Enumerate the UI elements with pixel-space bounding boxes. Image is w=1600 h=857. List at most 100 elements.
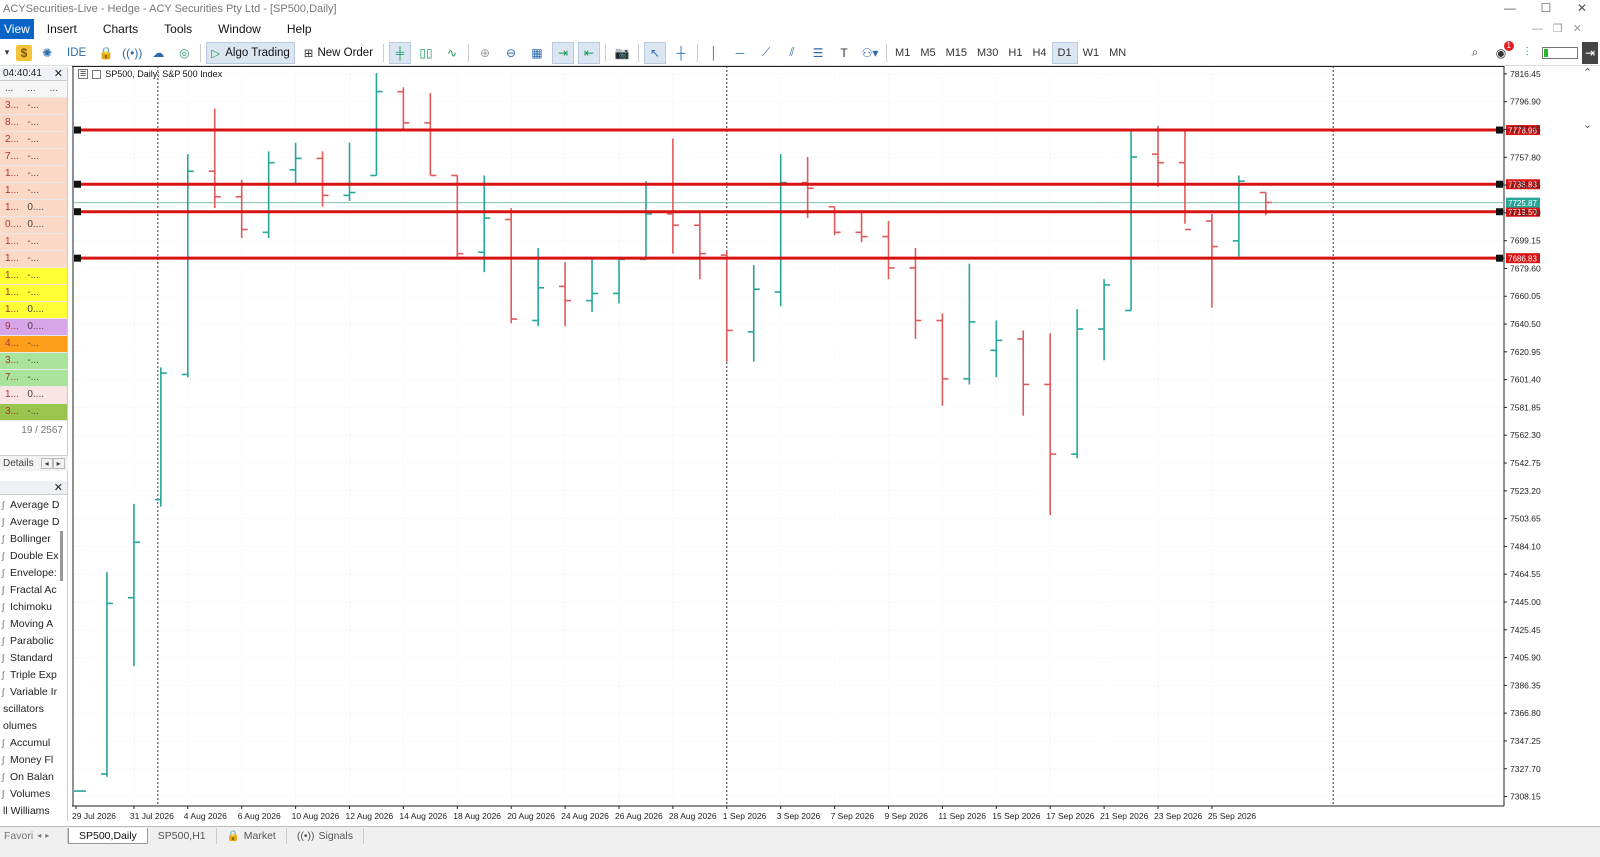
list-item[interactable]: Bollinger [0,531,67,548]
table-row[interactable]: 1... 0.... [0,200,67,217]
tab-sp500-daily[interactable]: SP500,Daily [68,828,148,844]
list-item[interactable]: On Balan [0,769,67,786]
table-row[interactable]: 9... 0.... [0,319,67,336]
table-row[interactable]: 1... -... [0,234,67,251]
navigator-scrollbar[interactable] [60,531,63,581]
list-item[interactable]: Variable Ir [0,684,67,701]
table-row[interactable]: 1... -... [0,285,67,302]
mdi-restore-button[interactable]: ❐ [1553,19,1563,39]
table-row[interactable]: 1... -... [0,166,67,183]
column-header[interactable]: ... [22,81,44,97]
cloud-icon[interactable]: ☁ [147,42,169,64]
line-chart-icon[interactable]: ∿ [441,42,463,64]
timeframe-m15[interactable]: M15 [941,42,972,64]
menu-tools[interactable]: Tools [151,19,205,39]
search-icon[interactable]: ⌕ [1464,42,1486,64]
timeframe-m5[interactable]: M5 [915,42,940,64]
list-item[interactable]: Ichimoku [0,599,67,616]
ide-button[interactable]: IDE [62,42,91,64]
signal-icon[interactable]: ((•)) [121,42,143,64]
horizontal-line-icon[interactable]: ─ [729,42,751,64]
chevron-down-icon[interactable]: ⌄ [1583,118,1592,131]
globe-icon[interactable]: ◎ [173,42,195,64]
autoscroll-icon[interactable]: ⇥ [552,41,575,64]
close-icon[interactable]: ✕ [54,481,63,494]
table-row[interactable]: 3... -... [0,404,67,421]
screenshot-icon[interactable]: 📷 [611,42,633,64]
list-item[interactable]: Envelope: [0,565,67,582]
channel-icon[interactable]: ⫽ [781,42,803,64]
menu-charts[interactable]: Charts [90,19,151,39]
table-row[interactable]: 1... -... [0,183,67,200]
chevron-down-icon[interactable]: ▾ [2,42,12,64]
grid-icon[interactable]: ▦ [526,42,548,64]
table-row[interactable]: 1... 0.... [0,302,67,319]
menu-insert[interactable]: Insert [34,19,90,39]
menu-view[interactable]: View [0,19,34,39]
close-icon[interactable]: ✕ [54,67,63,80]
table-row[interactable]: 3... -... [0,98,67,115]
mdi-minimize-button[interactable]: — [1532,19,1543,39]
expand-panel-icon[interactable]: ⇥ [1582,41,1598,64]
list-item[interactable]: scillators [0,701,67,718]
chevron-right-icon[interactable]: ▸ [52,458,65,469]
timeframe-d1[interactable]: D1 [1051,41,1078,64]
trend-line-icon[interactable]: ⟋ [755,42,777,64]
zoom-in-icon[interactable]: ⊕ [474,42,496,64]
list-item[interactable]: Average D [0,514,67,531]
list-item[interactable]: Triple Exp [0,667,67,684]
table-row[interactable]: 3... -... [0,353,67,370]
lock-icon[interactable]: 🔒 [95,42,117,64]
notifications-icon[interactable]: ◉ 1 [1490,40,1514,64]
shapes-icon[interactable]: ⚇▾ [859,42,881,64]
cursor-icon[interactable]: ↖ [644,41,667,64]
bar-chart-icon[interactable]: ╪ [389,41,412,64]
timeframe-h4[interactable]: H4 [1027,42,1051,64]
algo-trading-button[interactable]: ▷ Algo Trading [206,41,295,64]
chevron-up-icon[interactable]: ⌃ [1583,66,1592,79]
list-item[interactable]: Standard [0,650,67,667]
tab-signals[interactable]: ((•)) Signals [287,828,364,844]
menu-window[interactable]: Window [205,19,274,39]
text-icon[interactable]: T [833,42,855,64]
timeframe-w1[interactable]: W1 [1078,42,1105,64]
list-item[interactable]: Double Ex [0,548,67,565]
table-row[interactable]: 0.... 0.... [0,217,67,234]
list-item[interactable]: Fractal Ac [0,582,67,599]
dollar-icon[interactable]: $ [16,44,32,61]
table-row[interactable]: 1... 0.... [0,387,67,404]
table-row[interactable]: 8... -... [0,115,67,132]
price-chart[interactable]: 7776.967738.837719.507686.837725.877816.… [72,66,1580,826]
favorites-tab[interactable]: Favori ◂ ▸ [0,828,68,844]
table-row[interactable]: 7... -... [0,149,67,166]
close-window-button[interactable]: ✕ [1564,0,1600,18]
fibonacci-icon[interactable]: ☰ [807,42,829,64]
new-order-button[interactable]: ⊞ New Order [299,42,378,64]
table-row[interactable]: 1... -... [0,268,67,285]
table-row[interactable]: 7... -... [0,370,67,387]
timeframe-m30[interactable]: M30 [972,42,1003,64]
timeframe-mn[interactable]: MN [1104,42,1131,64]
zoom-out-icon[interactable]: ⊖ [500,42,522,64]
list-item[interactable]: ll Williams [0,803,67,820]
chart-window[interactable]: 7776.96 7738.83 7719.50 7686.83 7725.87 7816.… [72,66,1580,826]
maximize-button[interactable]: ☐ [1528,0,1564,18]
table-row[interactable]: 1... -... [0,251,67,268]
chevron-right-icon[interactable]: ▸ [45,828,49,844]
table-row[interactable]: 4... -... [0,336,67,353]
timeframe-h1[interactable]: H1 [1003,42,1027,64]
list-item[interactable]: Moving A [0,616,67,633]
menu-help[interactable]: Help [274,19,325,39]
chevron-left-icon[interactable]: ◂ [40,458,53,469]
list-item[interactable]: Average D [0,497,67,514]
list-item[interactable]: Accumul [0,735,67,752]
timeframe-m1[interactable]: M1 [890,42,915,64]
tab-market[interactable]: 🔒 Market [217,828,287,844]
column-header[interactable]: ... [45,81,67,97]
details-tab[interactable]: Details [0,458,37,469]
crosshair-icon[interactable]: ┼ [670,42,692,64]
list-item[interactable]: Volumes [0,786,67,803]
vertical-line-icon[interactable]: │ [703,42,725,64]
table-row[interactable]: 2... -... [0,132,67,149]
candlestick-icon[interactable]: ▯▯ [415,42,437,64]
